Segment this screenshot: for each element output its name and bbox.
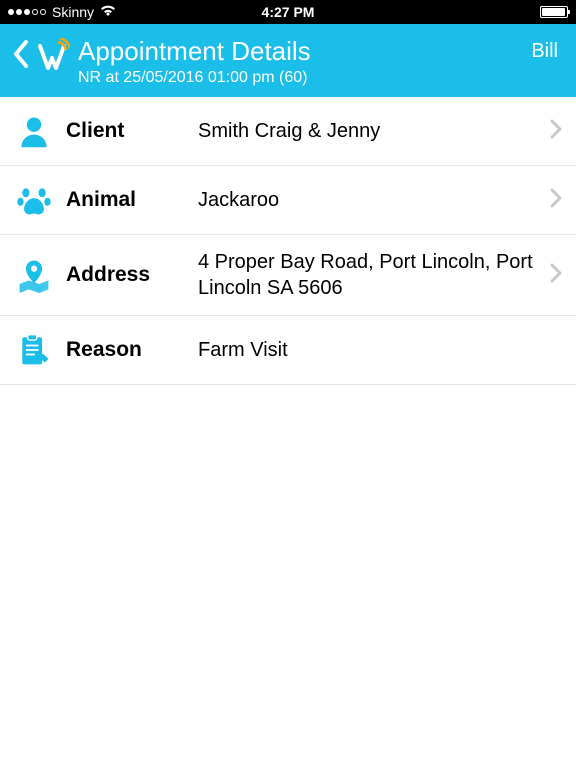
chevron-right-icon bbox=[550, 263, 562, 288]
address-label: Address bbox=[66, 263, 186, 287]
animal-label: Animal bbox=[66, 188, 186, 212]
back-button[interactable] bbox=[12, 32, 70, 74]
client-value: Smith Craig & Jenny bbox=[198, 118, 538, 144]
wifi-icon bbox=[100, 4, 116, 20]
content: Client Smith Craig & Jenny Animal Jackar… bbox=[0, 97, 576, 769]
client-row[interactable]: Client Smith Craig & Jenny bbox=[0, 97, 576, 166]
reason-row: Reason Farm Visit bbox=[0, 316, 576, 385]
clipboard-icon bbox=[14, 330, 54, 370]
animal-value: Jackaroo bbox=[198, 187, 538, 213]
title-area: Appointment Details NR at 25/05/2016 01:… bbox=[78, 32, 531, 87]
app-logo-icon bbox=[34, 38, 70, 74]
battery-icon bbox=[540, 6, 568, 18]
clock: 4:27 PM bbox=[262, 4, 315, 20]
status-bar: Skinny 4:27 PM bbox=[0, 0, 576, 24]
chevron-right-icon bbox=[550, 119, 562, 144]
paw-icon bbox=[14, 180, 54, 220]
animal-row[interactable]: Animal Jackaroo bbox=[0, 166, 576, 235]
signal-strength-icon bbox=[8, 9, 46, 15]
status-right bbox=[540, 6, 568, 18]
reason-label: Reason bbox=[66, 338, 186, 362]
bill-button[interactable]: Bill bbox=[531, 32, 564, 63]
status-left: Skinny bbox=[8, 4, 116, 20]
page-subtitle: NR at 25/05/2016 01:00 pm (60) bbox=[78, 69, 531, 87]
map-pin-icon bbox=[14, 255, 54, 295]
chevron-right-icon bbox=[550, 188, 562, 213]
address-row[interactable]: Address 4 Proper Bay Road, Port Lincoln,… bbox=[0, 235, 576, 316]
reason-value: Farm Visit bbox=[198, 337, 562, 363]
chevron-left-icon bbox=[12, 40, 30, 73]
page-title: Appointment Details bbox=[78, 36, 531, 67]
person-icon bbox=[14, 111, 54, 151]
client-label: Client bbox=[66, 119, 186, 143]
nav-header: Appointment Details NR at 25/05/2016 01:… bbox=[0, 24, 576, 97]
address-value: 4 Proper Bay Road, Port Lincoln, Port Li… bbox=[198, 249, 538, 301]
carrier-label: Skinny bbox=[52, 4, 94, 20]
